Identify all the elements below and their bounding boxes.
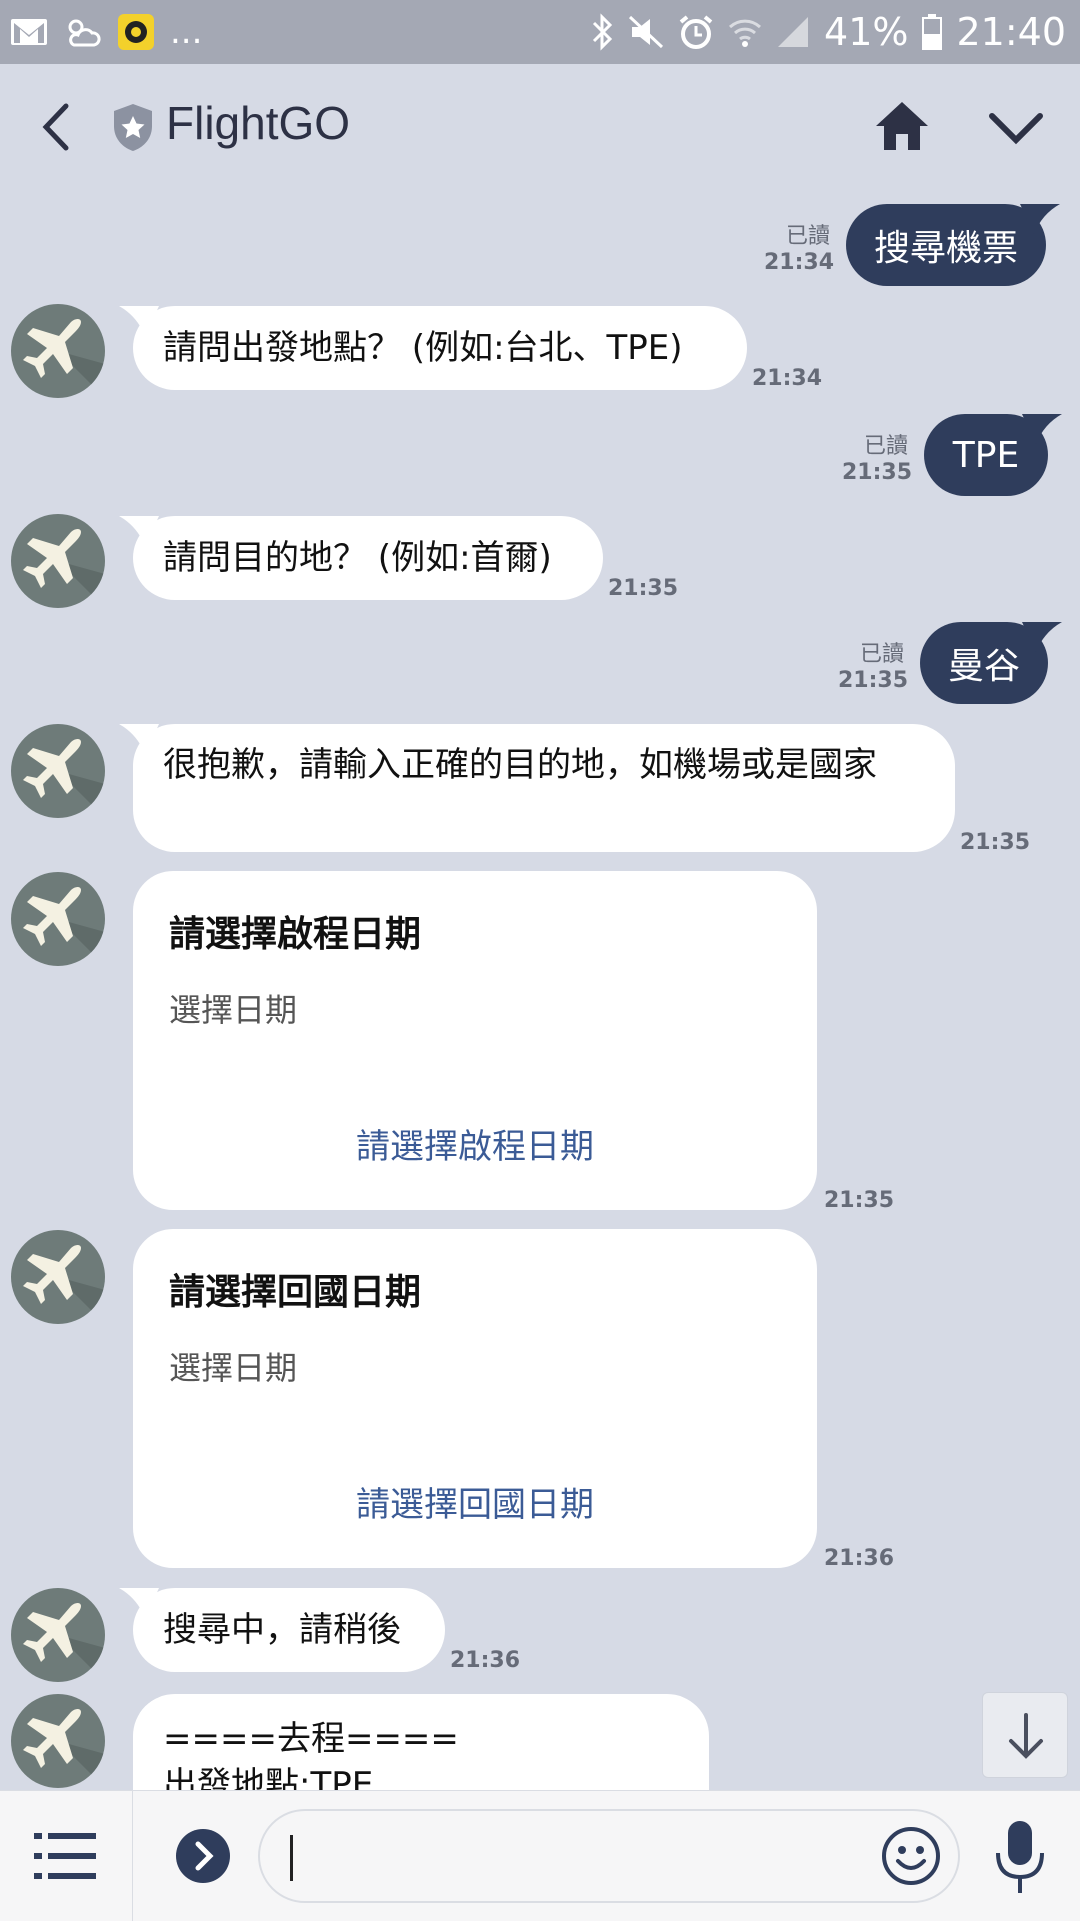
clock: 21:40 <box>956 10 1066 54</box>
more-notifications: ... <box>170 12 203 52</box>
message-text: 曼谷 <box>947 646 1020 687</box>
back-arrow-icon[interactable] <box>34 100 78 154</box>
list-menu-icon[interactable] <box>34 1829 96 1883</box>
chat-header: FlightGO <box>0 64 1080 190</box>
bot-avatar[interactable] <box>11 514 105 608</box>
gmail-icon <box>11 19 47 45</box>
message-time: 21:35 <box>838 668 909 693</box>
user-message[interactable]: 搜尋機票 <box>846 204 1060 286</box>
mute-icon <box>628 15 664 49</box>
cloud-sun-icon <box>68 19 101 47</box>
airplane-icon <box>23 1709 105 1788</box>
card-title: 請選擇啟程日期 <box>169 914 422 955</box>
airplane-icon <box>23 319 105 398</box>
smiley-icon[interactable] <box>880 1825 942 1887</box>
alarm-icon <box>679 15 713 49</box>
message-time: 21:34 <box>764 250 835 275</box>
airplane-icon <box>23 739 105 818</box>
status-right: 41% 21:40 <box>590 8 1066 56</box>
bot-avatar[interactable] <box>11 304 105 398</box>
bot-avatar[interactable] <box>11 724 105 818</box>
bubble-tail <box>133 1694 159 1724</box>
battery-percent: 41% <box>824 10 909 54</box>
chevron-down-icon[interactable] <box>988 108 1044 148</box>
departure-date-card: 請選擇啟程日期 選擇日期 請選擇啟程日期 <box>133 871 817 1210</box>
bluetooth-icon <box>592 13 613 51</box>
status-bar: ... 41% 21:40 <box>0 0 1080 64</box>
divider <box>132 1791 133 1921</box>
read-receipt: 已讀 <box>863 434 908 459</box>
bubble-tail <box>1022 622 1062 652</box>
bot-message[interactable]: 請問出發地點？ (例如:台北、TPE) <box>119 306 747 390</box>
app-notification-icon <box>118 14 154 50</box>
card-subtitle: 選擇日期 <box>169 991 298 1029</box>
message-line: 出發地點:TPE <box>163 1765 374 1790</box>
signal-icon <box>778 17 809 47</box>
bubble-tail <box>1022 414 1062 444</box>
airplane-icon <box>23 1245 105 1324</box>
message-text: 很抱歉，請輸入正確的目的地，如機場或是國家 <box>163 745 877 785</box>
read-receipt: 已讀 <box>785 224 830 249</box>
user-message[interactable]: 曼谷 <box>920 622 1062 704</box>
text-cursor <box>290 1835 293 1881</box>
bot-message[interactable]: 搜尋中，請稍後 <box>119 1588 445 1672</box>
message-time: 21:35 <box>608 576 679 601</box>
card-subtitle: 選擇日期 <box>169 1349 298 1387</box>
message-time: 21:36 <box>450 1648 521 1673</box>
message-time: 21:35 <box>824 1188 895 1213</box>
bot-avatar[interactable] <box>11 872 105 966</box>
message-text: TPE <box>952 434 1020 476</box>
bot-avatar[interactable] <box>11 1588 105 1682</box>
return-date-card: 請選擇回國日期 選擇日期 請選擇回國日期 <box>133 1229 817 1568</box>
arrow-down-icon <box>1009 1713 1043 1759</box>
bubble-tail <box>119 724 159 754</box>
message-text: 請問出發地點？ (例如:台北、TPE) <box>163 328 683 368</box>
airplane-icon <box>23 887 105 966</box>
chat-input-bar <box>0 1790 1080 1921</box>
chat-title: FlightGO <box>166 97 351 149</box>
message-text: 搜尋中，請稍後 <box>163 1610 401 1650</box>
message-input[interactable] <box>258 1809 960 1903</box>
battery-icon <box>922 14 943 50</box>
scroll-to-bottom-button[interactable] <box>982 1692 1068 1778</box>
bubble-tail <box>119 306 159 336</box>
message-text: 搜尋機票 <box>873 228 1018 269</box>
user-message[interactable]: TPE <box>924 414 1062 496</box>
message-time: 21:35 <box>960 830 1031 855</box>
bot-avatar[interactable] <box>11 1694 105 1788</box>
home-icon[interactable] <box>874 98 930 154</box>
message-time: 21:34 <box>752 366 823 391</box>
card-title: 請選擇回國日期 <box>169 1272 422 1313</box>
airplane-icon <box>23 529 105 608</box>
select-return-date-button[interactable]: 請選擇回國日期 <box>133 1477 817 1526</box>
microphone-icon[interactable] <box>994 1821 1046 1895</box>
chevron-right-icon[interactable] <box>176 1829 230 1883</box>
select-departure-date-button[interactable]: 請選擇啟程日期 <box>133 1119 817 1168</box>
bubble-tail <box>119 1588 159 1618</box>
airplane-icon <box>23 1603 105 1682</box>
message-line: ====去程==== <box>163 1719 459 1759</box>
bot-message[interactable]: 請問目的地？ (例如:首爾) <box>119 516 603 600</box>
message-time: 21:36 <box>824 1546 895 1571</box>
verified-shield-icon <box>114 104 152 151</box>
bubble-tail <box>1020 204 1060 234</box>
message-text: 請問目的地？ (例如:首爾) <box>163 538 552 578</box>
bubble-tail <box>119 516 159 546</box>
bot-message[interactable]: 很抱歉，請輸入正確的目的地，如機場或是國家 <box>119 724 955 852</box>
bot-message[interactable]: ====去程==== 出發地點:TPE <box>133 1694 709 1790</box>
message-time: 21:35 <box>842 460 913 485</box>
read-receipt: 已讀 <box>859 642 904 667</box>
status-left: ... <box>10 8 202 56</box>
wifi-icon <box>728 19 762 47</box>
bot-avatar[interactable] <box>11 1230 105 1324</box>
